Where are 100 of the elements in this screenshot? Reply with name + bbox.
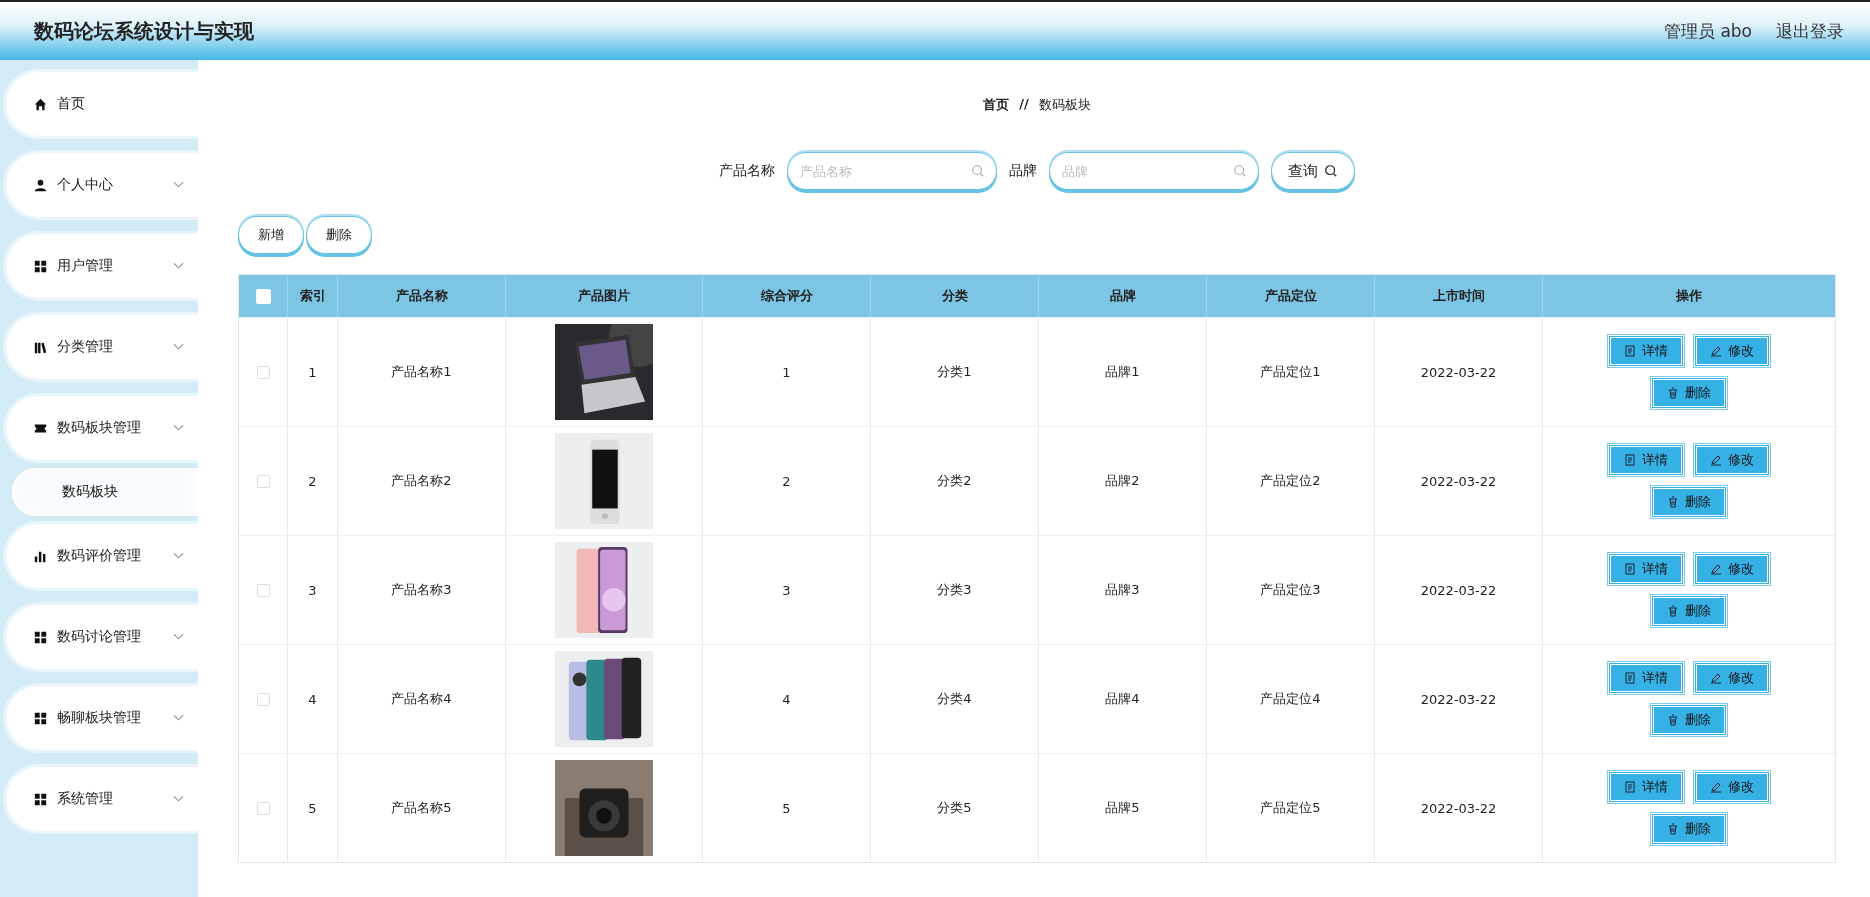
bar-chart-icon (34, 549, 47, 563)
user-icon (34, 178, 47, 192)
table-cell: 4 (288, 645, 338, 753)
table-cell: 品牌3 (1039, 536, 1207, 644)
table-cell: 品牌2 (1039, 427, 1207, 535)
submenu-item[interactable]: 数码板块 (12, 468, 198, 516)
details-button[interactable]: 详情 (1609, 336, 1683, 366)
table-cell: 产品定位2 (1207, 427, 1375, 535)
table-cell: 分类3 (871, 536, 1039, 644)
grid-icon (34, 630, 47, 644)
search-icon (971, 164, 985, 178)
sidebar-item[interactable]: 分类管理 (6, 315, 198, 379)
details-button[interactable]: 详情 (1609, 663, 1683, 693)
row-checkbox[interactable] (256, 474, 270, 488)
delete-button[interactable]: 删除 (1652, 814, 1726, 844)
table-cell: 2 (288, 427, 338, 535)
row-checkbox[interactable] (256, 583, 270, 597)
breadcrumb-separator: // (1019, 96, 1029, 113)
table-cell: 5 (288, 754, 338, 862)
grid-icon (34, 792, 47, 806)
search-icon (1324, 164, 1338, 178)
row-checkbox[interactable] (256, 801, 270, 815)
document-icon (1624, 672, 1636, 684)
sidebar-item[interactable]: 数码讨论管理 (6, 605, 198, 669)
trash-icon (1667, 823, 1679, 835)
delete-button[interactable]: 删除 (1652, 487, 1726, 517)
sidebar-item[interactable]: 系统管理 (6, 767, 198, 831)
search-icon (1233, 164, 1247, 178)
details-button[interactable]: 详情 (1609, 554, 1683, 584)
delete-button[interactable]: 删除 (306, 216, 372, 254)
pencil-icon (1710, 781, 1722, 793)
row-checkbox[interactable] (256, 365, 270, 379)
sidebar-item[interactable]: 畅聊板块管理 (6, 686, 198, 750)
details-button[interactable]: 详情 (1609, 445, 1683, 475)
breadcrumb-current: 数码板块 (1038, 96, 1091, 114)
delete-button[interactable]: 删除 (1652, 596, 1726, 626)
table-cell: 品牌1 (1039, 318, 1207, 426)
table-cell: 2022-03-22 (1375, 427, 1543, 535)
logout-link[interactable]: 退出登录 (1776, 19, 1844, 43)
column-header: 分类 (871, 275, 1039, 317)
grid-icon (34, 711, 47, 725)
books-icon (34, 340, 47, 354)
table-cell: 产品名称3 (338, 536, 506, 644)
edit-button[interactable]: 修改 (1695, 336, 1769, 366)
column-header: 上市时间 (1375, 275, 1543, 317)
edit-button[interactable]: 修改 (1695, 554, 1769, 584)
table-cell: 分类1 (871, 318, 1039, 426)
sidebar-item[interactable]: 个人中心 (6, 153, 198, 217)
column-header: 索引 (288, 275, 338, 317)
sidebar-item[interactable]: 用户管理 (6, 234, 198, 298)
select-all-checkbox[interactable] (255, 288, 271, 304)
column-header: 品牌 (1039, 275, 1207, 317)
pencil-icon (1710, 672, 1722, 684)
breadcrumb-home[interactable]: 首页 (983, 96, 1010, 114)
column-header: 综合评分 (703, 275, 871, 317)
delete-button[interactable]: 删除 (1652, 705, 1726, 735)
table-cell: 产品定位3 (1207, 536, 1375, 644)
pencil-icon (1710, 454, 1722, 466)
column-header: 产品图片 (506, 275, 703, 317)
sidebar-item[interactable]: 首页 (6, 72, 198, 136)
table-cell: 分类2 (871, 427, 1039, 535)
document-icon (1624, 781, 1636, 793)
row-checkbox[interactable] (256, 692, 270, 706)
table-cell: 品牌5 (1039, 754, 1207, 862)
sidebar-item[interactable]: 数码评价管理 (6, 524, 198, 588)
search-field[interactable]: 品牌 (1049, 152, 1259, 190)
table-cell: 5 (703, 754, 871, 862)
table-cell: 产品定位1 (1207, 318, 1375, 426)
table-cell: 1 (703, 318, 871, 426)
home-icon (34, 97, 47, 111)
edit-button[interactable]: 修改 (1695, 445, 1769, 475)
table-cell: 3 (288, 536, 338, 644)
trash-icon (1667, 605, 1679, 617)
search-button[interactable]: 查询 (1271, 152, 1355, 190)
sidebar-item[interactable]: 数码板块管理 (6, 396, 198, 460)
app-title: 数码论坛系统设计与实现 (34, 17, 254, 45)
edit-button[interactable]: 修改 (1695, 772, 1769, 802)
table-cell: 2022-03-22 (1375, 645, 1543, 753)
column-header: 产品名称 (338, 275, 506, 317)
document-icon (1624, 345, 1636, 357)
table-cell: 产品定位5 (1207, 754, 1375, 862)
pencil-icon (1710, 563, 1722, 575)
details-button[interactable]: 详情 (1609, 772, 1683, 802)
edit-button[interactable]: 修改 (1695, 663, 1769, 693)
table-cell: 2022-03-22 (1375, 754, 1543, 862)
table-cell: 品牌4 (1039, 645, 1207, 753)
search-field[interactable]: 产品名称 (787, 152, 997, 190)
table-cell: 产品定位4 (1207, 645, 1375, 753)
field-label: 品牌 (1009, 162, 1037, 180)
table-cell: 2022-03-22 (1375, 318, 1543, 426)
add-button[interactable]: 新增 (238, 216, 304, 254)
table-cell: 4 (703, 645, 871, 753)
table-cell: 1 (288, 318, 338, 426)
field-label: 产品名称 (719, 162, 775, 180)
user-label: 管理员 abo (1664, 19, 1752, 43)
delete-button[interactable]: 删除 (1652, 378, 1726, 408)
column-header: 产品定位 (1207, 275, 1375, 317)
table-cell: 分类4 (871, 645, 1039, 753)
trash-icon (1667, 714, 1679, 726)
document-icon (1624, 454, 1636, 466)
